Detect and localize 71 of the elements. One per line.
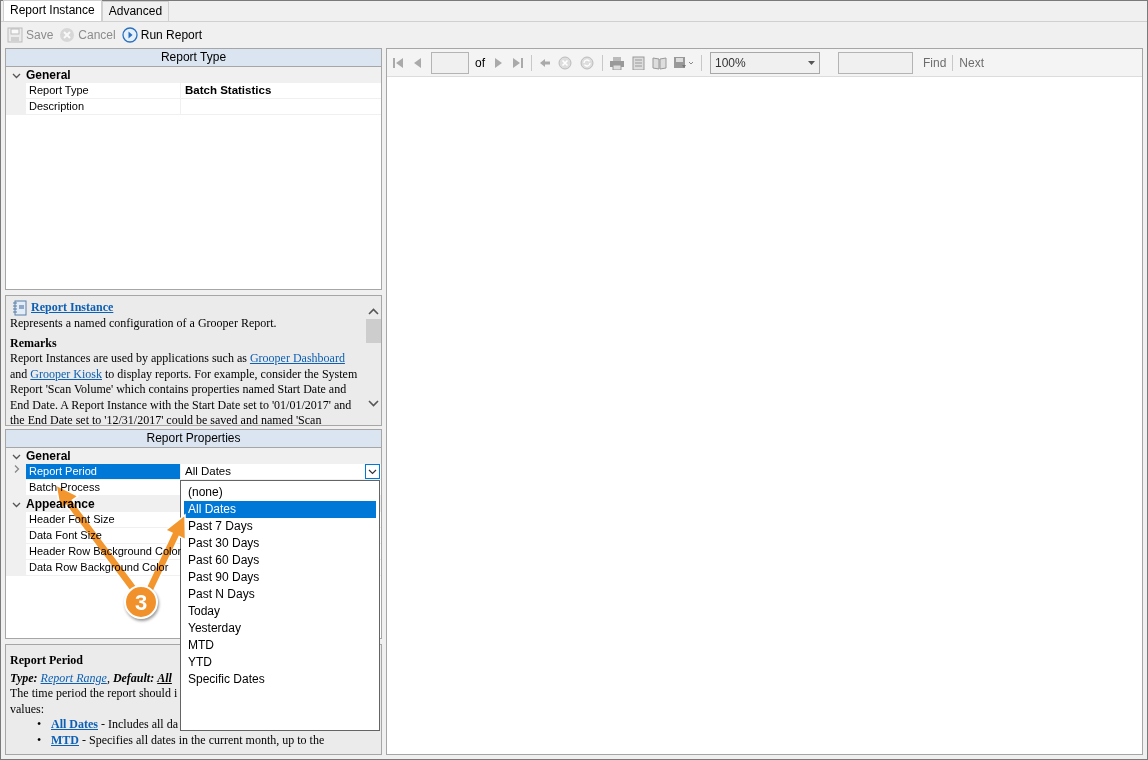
print-icon[interactable] [609, 55, 625, 70]
panel-header: Report Properties [5, 429, 382, 448]
dropdown-option[interactable]: All Dates [184, 501, 376, 518]
tab[interactable]: Report Instance [3, 0, 102, 21]
help-link[interactable]: Grooper Kiosk [30, 366, 102, 381]
category-label: General [26, 67, 71, 84]
dropdown-option[interactable]: YTD [184, 654, 376, 671]
dropdown-button[interactable] [365, 464, 380, 479]
stop-icon[interactable] [558, 55, 574, 70]
find-field[interactable] [838, 51, 913, 74]
dropdown-option[interactable]: Past 60 Days [184, 552, 376, 569]
property-row[interactable]: Report Period All Dates [6, 464, 381, 480]
dropdown-option[interactable]: Past 90 Days [184, 569, 376, 586]
help-title: Report Period [10, 653, 83, 669]
play-icon [121, 26, 138, 43]
dropdown-option[interactable]: (none) [184, 484, 376, 501]
dropdown-option[interactable]: Past 7 Days [184, 518, 376, 535]
help-link[interactable]: MTD [51, 732, 79, 747]
property-row[interactable]: Description [6, 99, 381, 115]
property-value: All Dates [185, 464, 232, 479]
of-label: of [475, 54, 485, 72]
scrollbar-thumb[interactable] [365, 319, 381, 343]
save-icon [7, 26, 23, 43]
export-icon[interactable] [673, 55, 695, 70]
category-row[interactable]: General [6, 448, 381, 464]
refresh-icon[interactable] [580, 55, 596, 70]
remarks-paragraph: Report Instances are used by applications such as Grooper Dashboard and Grooper Kiosk to display reports. For example, consider the System Report 'Scan Volume' which contains properties named Start Date and End Date. A Report Instance with the Start Date set to '01/01/2017' and the End Date set to '12/31/2017' could be saved and named 'Scan [10, 351, 359, 425]
bullet: • [37, 732, 43, 748]
zoom-dropdown[interactable]: 100% [710, 51, 820, 74]
dropdown-option[interactable]: MTD [184, 637, 376, 654]
scroll-down-icon[interactable] [367, 400, 379, 407]
tab[interactable]: Advanced [101, 1, 170, 21]
property-value: Batch Statistics [185, 83, 272, 98]
scroll-up-icon[interactable] [367, 308, 379, 315]
page-field[interactable] [431, 51, 469, 74]
property-name[interactable]: Report Type [26, 83, 181, 98]
last-page-icon[interactable] [511, 55, 525, 70]
dropdown-option[interactable]: Today [184, 603, 376, 620]
panel-header: Report Type [5, 48, 382, 67]
help-text: The time period the report should i [10, 686, 178, 700]
bullet-text: MTD - Specifies all dates in the current month, up to the [51, 732, 325, 748]
property-name[interactable]: Description [26, 99, 181, 114]
dropdown-option[interactable]: Specific Dates [184, 671, 376, 688]
help-link[interactable]: All Dates [51, 717, 98, 731]
dropdown-option[interactable]: Yesterday [184, 620, 376, 637]
help-summary: Represents a named configuration of a Grooper Report. [10, 316, 278, 332]
help-title-link[interactable]: Report Instance [31, 300, 114, 316]
dropdown-option[interactable]: Past N Days [184, 586, 376, 603]
find-link[interactable]: Find [923, 53, 947, 72]
notebook-icon [12, 300, 28, 316]
type-line: Type: Report Range, Default: All [10, 670, 172, 686]
remarks-heading: Remarks [10, 335, 58, 351]
next-link[interactable]: Next [959, 53, 985, 72]
page-layout-icon[interactable] [631, 55, 646, 70]
help-link[interactable]: Report Range [40, 670, 107, 685]
bullet-text: All Dates - Includes all da [51, 717, 178, 733]
caret-icon [808, 60, 815, 65]
category-label: General [26, 448, 71, 465]
first-page-icon[interactable] [391, 55, 405, 70]
help-link[interactable]: All [157, 670, 172, 685]
help-link[interactable]: Grooper Dashboard [249, 351, 345, 365]
help-text: values: [10, 701, 44, 716]
category-row[interactable]: General [6, 67, 381, 83]
chevron-down-icon [368, 468, 377, 475]
cancel-icon [59, 26, 76, 43]
dropdown-option[interactable]: Past 30 Days [184, 535, 376, 552]
book-icon[interactable] [652, 55, 667, 70]
property-name[interactable]: Report Period [26, 464, 181, 479]
bullet: • [37, 717, 43, 733]
toolbar-button[interactable]: Run Report [121, 25, 203, 44]
property-row[interactable]: Report Type Batch Statistics [6, 83, 381, 99]
